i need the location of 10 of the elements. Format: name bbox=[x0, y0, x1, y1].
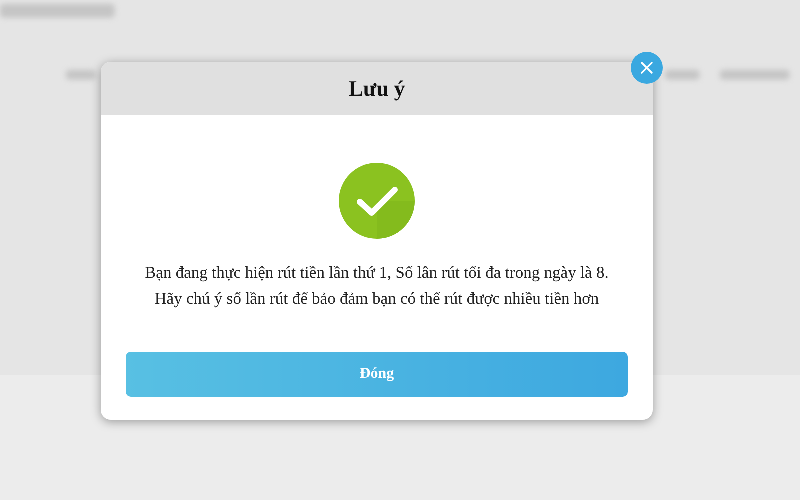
blurred-text bbox=[665, 70, 700, 80]
blurred-text bbox=[66, 70, 96, 80]
check-icon bbox=[338, 162, 416, 240]
blurred-text bbox=[720, 70, 790, 80]
dialog-title: Lưu ý bbox=[348, 76, 406, 102]
message-text: Hãy chú ý số lần rút để bảo đảm bạn có thể rút được nhiều tiền hơn bbox=[154, 288, 600, 310]
message-text: Bạn đang thực hiện rút tiền lần thứ 1, Số lân rút tối đa trong ngày là 8. bbox=[145, 262, 609, 284]
close-dialog-button[interactable]: Đóng bbox=[126, 352, 628, 397]
close-button[interactable] bbox=[631, 52, 663, 84]
close-icon bbox=[640, 61, 654, 75]
